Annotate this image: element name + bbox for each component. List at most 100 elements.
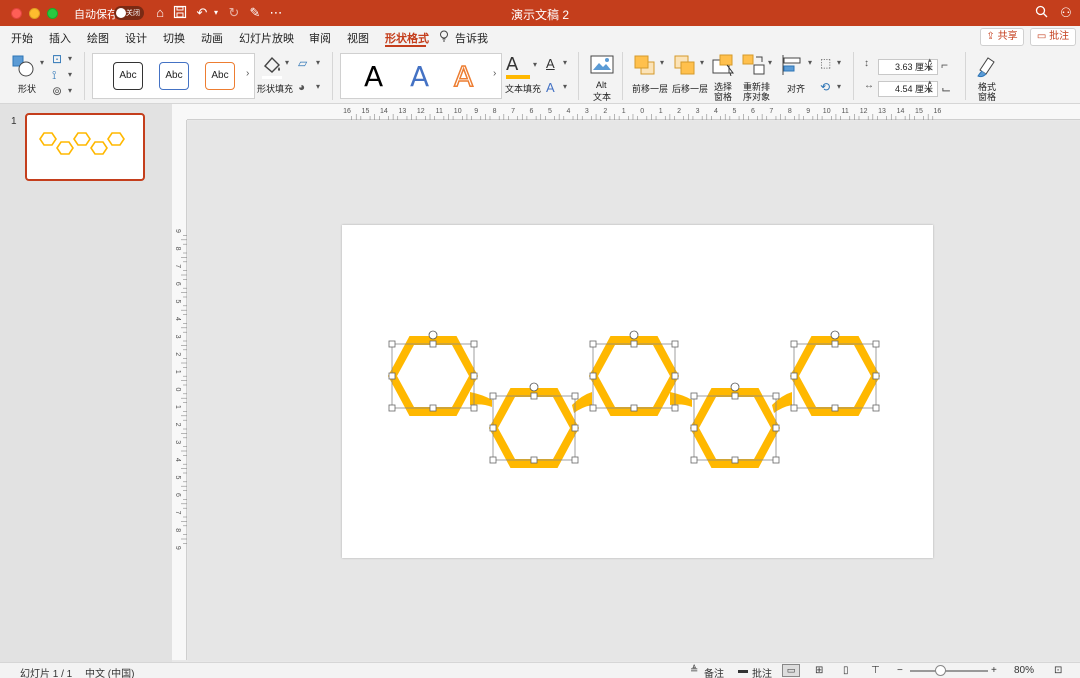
shapes-dropdown-icon[interactable]: ▾: [40, 58, 44, 67]
shape-fill-dropdown-icon[interactable]: ▾: [285, 58, 289, 67]
group-dropdown-icon[interactable]: ▾: [837, 58, 841, 67]
tab-insert[interactable]: 插入: [49, 30, 71, 46]
tab-shape-format[interactable]: 形状格式: [385, 30, 429, 46]
account-icon[interactable]: ⚇: [1058, 5, 1074, 21]
horizontal-ruler-ticks: 16 15 14 13 12 11 10 9 8 7 6 5 4 3 2 1 0 1 2 3 4 5 6 7 8 9 10 11 12 1…: [343, 108, 941, 120]
resize-handle: [731, 456, 739, 464]
text-box-icon[interactable]: ⊡: [52, 52, 62, 66]
bring-forward-dropdown-icon[interactable]: ▾: [660, 58, 664, 67]
height-stepper-up[interactable]: ▴: [928, 56, 932, 64]
comments-status-icon[interactable]: ▬: [738, 665, 748, 676]
width-stepper-up[interactable]: ▴: [928, 78, 932, 86]
shape-outline-dropdown-icon[interactable]: ▾: [316, 58, 320, 67]
ruler-label: 2: [603, 108, 607, 115]
alt-text-icon[interactable]: [590, 54, 614, 79]
format-pane-icon[interactable]: [976, 54, 1000, 81]
height-stepper-down[interactable]: ▾: [928, 65, 932, 73]
resize-handle: [470, 372, 478, 380]
wordart-more-icon[interactable]: ›: [493, 68, 496, 79]
zoom-slider-thumb[interactable]: [935, 665, 946, 676]
shape-style-1[interactable]: Abc: [113, 62, 143, 90]
zoom-slider-track[interactable]: [910, 670, 988, 672]
notes-icon[interactable]: ≜: [690, 665, 698, 676]
text-outline-dropdown-icon[interactable]: ▾: [563, 58, 567, 67]
vertical-ruler[interactable]: 9 8 7 6 5 4 3 2 1 0 1 2 3 4 5 6 7 8 9: [172, 120, 187, 660]
send-backward-icon[interactable]: [673, 54, 697, 79]
tab-review[interactable]: 审阅: [309, 30, 331, 46]
tab-design[interactable]: 设计: [125, 30, 147, 46]
align-dropdown-icon[interactable]: ▾: [808, 58, 812, 67]
slideshow-icon[interactable]: ⊤: [871, 665, 880, 676]
text-effects-icon[interactable]: A: [546, 80, 555, 95]
text-fill-dropdown-icon[interactable]: ▾: [533, 60, 537, 69]
slide-thumbnail[interactable]: [25, 113, 145, 181]
edit-shape-icon[interactable]: ⟟: [52, 68, 56, 83]
slide-sorter-icon[interactable]: ⊞: [815, 665, 823, 676]
text-effects-dropdown-icon[interactable]: ▾: [563, 82, 567, 91]
fit-to-window-icon[interactable]: ⊡: [1054, 665, 1062, 676]
wordart-style-orange-outline[interactable]: A: [453, 59, 474, 94]
selection-pane-icon[interactable]: [712, 54, 736, 79]
shapes-icon[interactable]: [12, 54, 38, 81]
slide[interactable]: [342, 225, 933, 558]
width-stepper-down[interactable]: ▾: [928, 87, 932, 95]
notes-button[interactable]: 备注: [704, 665, 724, 678]
gallery-more-icon[interactable]: ›: [246, 68, 249, 79]
edit-shape-dropdown-icon[interactable]: ▾: [68, 70, 72, 79]
language-status[interactable]: 中文 (中国): [85, 665, 134, 678]
resize-handle: [530, 456, 538, 464]
share-button[interactable]: ⇪ 共享: [980, 28, 1024, 46]
align-icon[interactable]: [781, 54, 805, 79]
bring-forward-icon[interactable]: [633, 54, 657, 79]
reorder-objects-icon[interactable]: [742, 54, 766, 79]
format-pane-label-2: 窗格: [978, 92, 997, 102]
lock-aspect-icon[interactable]: ⌐: [941, 58, 948, 72]
hexagon-3[interactable]: [589, 336, 679, 416]
reorder-dropdown-icon[interactable]: ▾: [768, 58, 772, 67]
ruler-label: 8: [788, 108, 792, 115]
ruler-label: 6: [751, 108, 755, 115]
shape-effects-dropdown-icon[interactable]: ▾: [316, 82, 320, 91]
textbox-dropdown-icon[interactable]: ▾: [68, 54, 72, 63]
shape-style-3[interactable]: Abc: [205, 62, 235, 90]
tab-tell-me[interactable]: 告诉我: [455, 30, 488, 46]
wordart-style-blue[interactable]: A: [410, 60, 429, 93]
rotate-dropdown-icon[interactable]: ▾: [837, 82, 841, 91]
hexagon-4[interactable]: [690, 388, 780, 468]
text-outline-icon[interactable]: A: [546, 56, 555, 71]
zoom-out-icon[interactable]: −: [897, 665, 903, 676]
merge-dropdown-icon[interactable]: ▾: [68, 86, 72, 95]
reading-view-icon[interactable]: ▯: [843, 665, 849, 676]
comment-icon: ▭: [1036, 31, 1050, 42]
resize-handle: [429, 340, 437, 348]
rotate-icon[interactable]: ⟲: [820, 80, 830, 94]
text-fill-icon[interactable]: A: [506, 54, 518, 75]
comments-status-button[interactable]: 批注: [752, 665, 772, 678]
zoom-in-icon[interactable]: +: [991, 665, 997, 676]
hexagon-1[interactable]: [388, 336, 478, 416]
normal-view-icon[interactable]: ▭: [782, 664, 800, 677]
ruler-label: 0: [174, 387, 181, 391]
horizontal-ruler[interactable]: 16 15 14 13 12 11 10 9 8 7 6 5 4 3 2 1 0 1 2 3 4 5 6 7 8 9 10 11 12 1…: [187, 104, 1080, 120]
ruler-label: 8: [174, 247, 181, 251]
resize-handle: [731, 392, 739, 400]
tab-draw[interactable]: 绘图: [87, 30, 109, 46]
shape-outline-icon[interactable]: ▱: [298, 56, 307, 70]
hexagon-5[interactable]: [790, 336, 880, 416]
zoom-level[interactable]: 80%: [1014, 665, 1034, 676]
hexagon-2[interactable]: [489, 388, 579, 468]
wordart-style-black[interactable]: A: [364, 60, 383, 93]
shape-effects-icon[interactable]: ◕: [298, 80, 305, 94]
tab-view[interactable]: 视图: [347, 30, 369, 46]
merge-shapes-icon[interactable]: ⊚: [52, 84, 62, 98]
shape-style-2[interactable]: Abc: [159, 62, 189, 90]
tab-home[interactable]: 开始: [11, 30, 33, 46]
tab-slideshow[interactable]: 幻灯片放映: [239, 30, 294, 46]
group-icon[interactable]: ⬚: [820, 56, 831, 70]
rotate-handle: [529, 382, 539, 392]
comments-button[interactable]: ▭ 批注: [1030, 28, 1076, 46]
tab-transitions[interactable]: 切换: [163, 30, 185, 46]
search-icon[interactable]: [1033, 5, 1049, 21]
tab-animations[interactable]: 动画: [201, 30, 223, 46]
send-backward-dropdown-icon[interactable]: ▾: [700, 58, 704, 67]
